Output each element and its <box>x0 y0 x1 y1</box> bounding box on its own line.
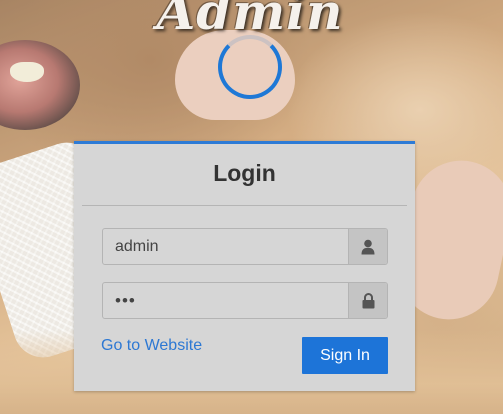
login-title: Login <box>213 160 276 186</box>
username-input[interactable] <box>103 229 348 264</box>
password-field[interactable]: ••• <box>102 282 388 319</box>
title-divider <box>82 205 407 206</box>
username-field[interactable] <box>102 228 388 265</box>
loading-spinner <box>218 35 282 99</box>
login-panel: Login ••• Go to Website Sign In <box>74 141 415 391</box>
lock-icon <box>348 283 387 318</box>
sign-in-button[interactable]: Sign In <box>302 337 388 374</box>
user-icon <box>348 229 387 264</box>
password-input[interactable]: ••• <box>103 283 348 318</box>
go-to-website-link[interactable]: Go to Website <box>101 337 202 355</box>
